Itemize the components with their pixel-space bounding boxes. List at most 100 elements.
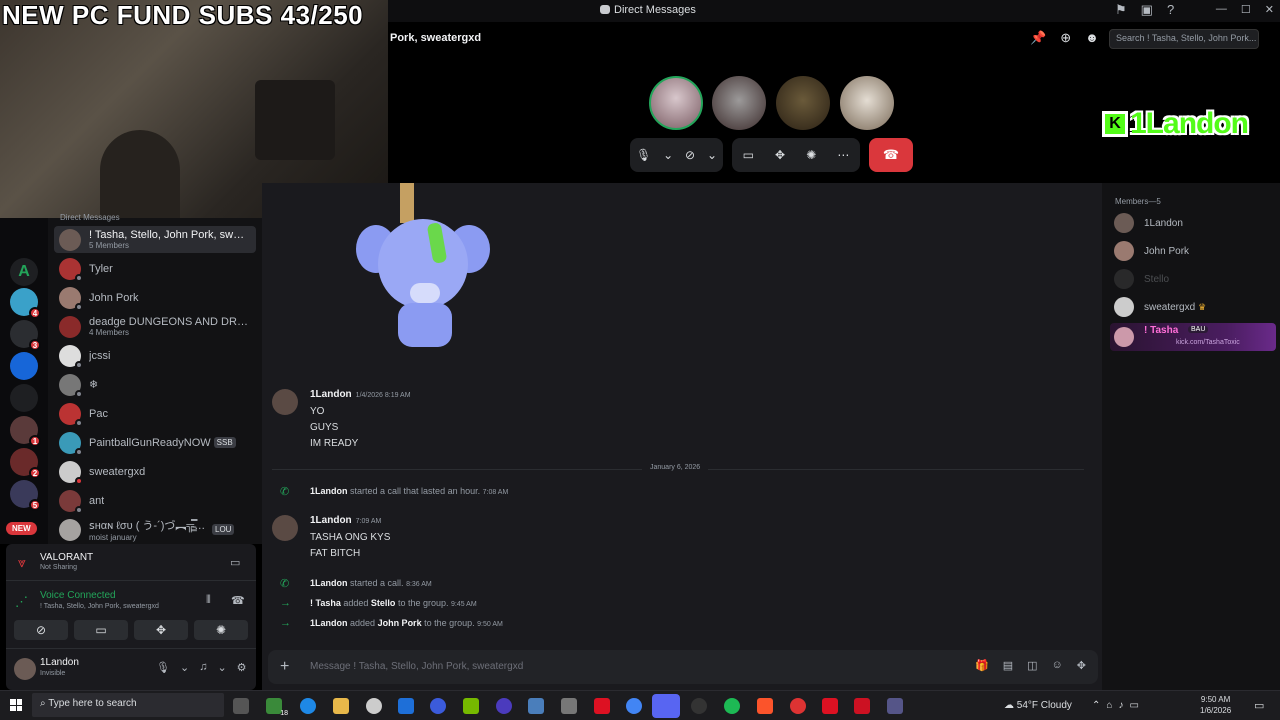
server-icon[interactable]: 3 [10,320,41,351]
gif-icon[interactable]: ▤ [1003,659,1013,672]
volume-icon[interactable]: ♪ [1118,700,1123,711]
activities-button[interactable]: ✥ [134,620,188,640]
gear-icon[interactable]: ⚙ [237,661,247,674]
soundboard-icon[interactable]: ✺ [806,148,816,162]
battery-icon[interactable]: ▭ [1129,700,1138,711]
participant-avatar[interactable] [712,76,766,130]
chevron-down-icon[interactable]: ⌄ [180,661,189,674]
dm-item[interactable]: Tyler [54,255,256,282]
calculator-icon[interactable] [528,698,544,714]
noise-suppression-icon[interactable]: ⦀ [206,594,211,607]
help-icon[interactable]: ? [1167,2,1174,18]
activities-icon[interactable]: ✥ [775,148,785,162]
close-button[interactable]: ✕ [1265,3,1274,16]
members-icon[interactable]: ☻ [1085,30,1099,46]
server-icon[interactable]: 4 [10,288,41,319]
microphone-icon[interactable]: 🎙 [636,148,651,162]
weather-widget[interactable]: ☁ 54°F Cloudy [1004,700,1072,711]
dm-item[interactable]: ! Tasha, Stello, John Pork, sweat... 5 Me… [54,226,256,253]
participant-avatar[interactable] [776,76,830,130]
chevron-up-icon[interactable]: ⌃ [1092,700,1100,711]
app-icon[interactable] [430,698,446,714]
dm-item[interactable]: Pac [54,400,256,427]
apps-icon[interactable]: ✥ [1077,659,1086,672]
file-explorer-icon[interactable] [333,698,349,714]
dm-item[interactable]: deadge DUNGEONS AND DRAG... 4 Members [54,313,256,340]
avatar[interactable] [14,658,36,680]
dm-item[interactable]: jcssi [54,342,256,369]
dm-item[interactable]: ❄ [54,371,256,398]
minimize-button[interactable]: — [1216,3,1227,16]
voice-connected-label[interactable]: Voice Connected [40,590,116,601]
member-item[interactable]: ! Tasha BAU kick.com/TashaToxic [1110,323,1276,351]
task-view-icon[interactable] [233,698,249,714]
dm-item[interactable]: ꜱнαɴ ℓσυ ( う-´)づ︻╦̵̵͇̿̿̿̿╤── moist januar… [54,516,256,543]
discord-taskbar-icon[interactable] [652,694,680,718]
edge-icon[interactable] [300,698,316,714]
camera-button[interactable]: ⊘ [14,620,68,640]
member-item[interactable]: sweatergxd ♛ [1114,297,1206,317]
maximize-button[interactable]: ☐ [1241,3,1251,16]
store-icon[interactable] [398,698,414,714]
chrome-icon[interactable] [790,698,806,714]
add-attachment-icon[interactable]: + [280,658,289,676]
gift-icon[interactable]: 🎁 [975,659,989,672]
screen-share-button[interactable]: ▭ [74,620,128,640]
soundboard-button[interactable]: ✺ [194,620,248,640]
xbox-icon[interactable]: 18 [266,698,288,717]
nvidia-icon[interactable] [463,698,479,714]
notification-icon[interactable]: ▭ [1254,699,1264,712]
valorant-icon[interactable] [854,698,870,714]
search-input[interactable]: Search ! Tasha, Stello, John Pork... [1109,29,1259,49]
member-item[interactable]: Stello [1114,269,1169,289]
spotify-icon[interactable] [724,698,740,714]
headphones-icon[interactable]: ♫ [199,661,207,674]
brave-icon[interactable] [757,698,773,714]
member-item[interactable]: 1Landon [1114,213,1183,233]
member-item[interactable]: John Pork [1114,241,1189,261]
clock[interactable]: 9:50 AM 1/6/2026 [1200,694,1231,716]
chevron-down-icon[interactable]: ⌄ [217,661,226,674]
app-icon[interactable] [594,698,610,714]
app-icon[interactable] [496,698,512,714]
sticker-icon[interactable]: ◫ [1027,659,1037,672]
settings-icon[interactable] [561,698,577,714]
participant-avatar[interactable] [649,76,703,130]
windows-start-icon[interactable] [10,699,22,711]
chevron-down-icon[interactable]: ⌄ [663,148,673,162]
app-icon[interactable] [691,698,707,714]
screen-share-icon[interactable]: ▭ [743,148,754,162]
message-avatar[interactable] [272,389,298,415]
chrome-icon[interactable] [626,698,642,714]
dm-item[interactable]: PaintballGunReadyNOW SSB [54,429,256,456]
taskbar-search[interactable]: ⌕ Type here to search [32,693,224,717]
microphone-icon[interactable]: 🎙 [156,661,170,674]
disconnect-icon[interactable]: ☎ [231,594,245,607]
emoji-icon[interactable]: ☺ [1052,659,1063,672]
camera-off-icon[interactable]: ⊘ [685,148,695,162]
server-icon[interactable] [10,384,38,412]
app-icon[interactable] [822,698,838,714]
message-author[interactable]: 1Landon [310,515,352,526]
message-avatar[interactable] [272,515,298,541]
disconnect-button[interactable]: ☎ [869,138,913,172]
dm-item[interactable]: ant [54,487,256,514]
server-icon[interactable]: A [10,258,38,286]
dm-item[interactable]: John Pork [54,284,256,311]
flag-icon[interactable]: ⚑ [1115,2,1127,18]
message-author[interactable]: 1Landon [310,389,352,400]
chevron-down-icon[interactable]: ⌄ [707,148,717,162]
network-icon[interactable]: ⌂ [1106,700,1112,711]
add-friend-icon[interactable]: ⊕ [1060,30,1071,46]
server-icon[interactable]: 1 [10,416,41,447]
inbox-icon[interactable]: ▣ [1141,2,1153,18]
participant-avatar[interactable] [840,76,894,130]
server-icon[interactable] [10,352,38,380]
stream-icon[interactable]: ▭ [230,556,240,569]
app-icon[interactable] [366,698,382,714]
dm-item[interactable]: sweatergxd [54,458,256,485]
app-icon[interactable] [887,698,903,714]
pin-icon[interactable]: 📌 [1030,30,1046,46]
message-input[interactable]: + Message ! Tasha, Stello, John Pork, sw… [268,650,1098,684]
server-icon[interactable]: 5 [10,480,41,511]
